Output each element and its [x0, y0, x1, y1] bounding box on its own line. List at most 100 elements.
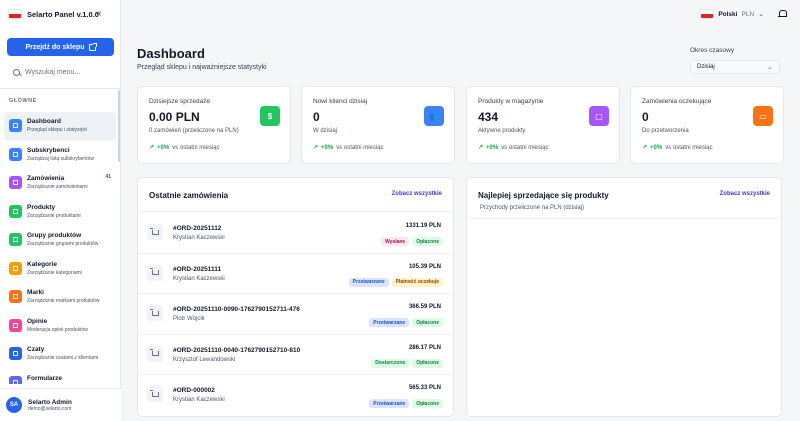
user-profile[interactable]: SA Selarto Admin demo@selarto.com	[0, 388, 121, 421]
avatar: SA	[6, 397, 22, 413]
sidebar-item-dashboard[interactable]: Dashboard Przegląd sklepu i statystyki	[4, 112, 116, 141]
dollar-icon: $	[260, 106, 280, 126]
czaty-icon	[9, 347, 22, 360]
zamowienia-icon	[9, 176, 22, 189]
sidebar-item-marki[interactable]: Marki Zarządzanie markami produktów	[4, 283, 116, 312]
order-customer: Krzysztof Lewandowski	[173, 356, 236, 363]
chevron-down-icon: ⌄	[767, 64, 773, 71]
order-badges: Przetwarzane Opłacone	[369, 318, 443, 327]
order-id: #ORD-20251110-0040-1762790152710-810	[173, 346, 301, 354]
bell-icon[interactable]	[778, 10, 787, 18]
menu-search-input[interactable]: Wyszukaj menu...	[8, 64, 114, 80]
external-link-icon	[88, 42, 97, 51]
sidebar-item-description: Zarządzanie produktami	[27, 212, 81, 219]
divider	[0, 88, 121, 89]
stat-trend-text: vs ostatni miesiąc	[172, 144, 220, 151]
recent-orders-panel: Ostatnie zamówienia Zobacz wszystkie #OR…	[137, 177, 454, 417]
sidebar-item-grupy-produktow[interactable]: Grupy produktów Zarządzanie grupami produ…	[4, 226, 116, 255]
order-customer: Piotr Wójcik	[173, 316, 205, 322]
recent-orders-see-all-link[interactable]: Zobacz wszystkie	[392, 191, 442, 197]
order-row[interactable]: #ORD-20251110-0090-1762790152711-476 Piot…	[138, 294, 453, 335]
sidebar-item-opinie[interactable]: Opinie Moderacja opinii produktów	[4, 312, 116, 341]
stat-title: Produkty w magazynie	[478, 98, 544, 105]
sidebar-item-description: Zarządzanie czatami z klientami	[27, 355, 99, 361]
sidebar-item-label: Czaty	[27, 346, 45, 353]
poland-flag-icon	[8, 9, 22, 19]
best-sellers-see-all-link[interactable]: Zobacz wszystkie	[720, 191, 770, 197]
cart-icon	[147, 264, 163, 281]
opinie-icon	[9, 318, 22, 332]
status-badge: Przetwarzane	[348, 277, 389, 287]
chevron-down-icon: ⌄	[758, 11, 764, 18]
dashboard-icon	[9, 119, 22, 132]
status-badge: Opłacone	[412, 358, 443, 368]
stat-title: Dzisiejsze sprzedaże	[149, 98, 211, 105]
period-label: Okres czasowy	[690, 47, 735, 54]
cart-icon	[147, 386, 163, 402]
grupy-produktow-icon	[9, 233, 22, 246]
sidebar-item-label: Dashboard	[27, 118, 61, 125]
sidebar-item-label: Formularze	[27, 374, 63, 382]
page-title: Dashboard	[137, 46, 205, 61]
stat-value: 0.00 PLN	[149, 110, 200, 124]
collapse-sidebar-icon[interactable]: «	[96, 8, 102, 19]
sidebar-item-description: Zarządzanie zamówieniami	[27, 184, 88, 190]
period-select[interactable]: Dzisiaj ⌄	[690, 60, 780, 74]
order-badges: Przetwarzane Płatność oczekuje	[348, 277, 443, 287]
order-amount: 366.59 PLN	[408, 304, 441, 310]
stat-card: Nowi klienci dzisiaj 0 W dzisiaj ↗ +0% vs ost…	[301, 86, 455, 164]
trend-up-icon: ↗	[478, 145, 484, 151]
stat-trend: ↗ +0% vs ostatni miesiąc	[313, 144, 384, 152]
stat-card: Zamówienia oczekujące 0 Do przetworzenia ↗ +…	[630, 86, 784, 164]
stat-trend-value: +0%	[321, 144, 334, 151]
stat-subtext: 0 zamówień (przeliczone na PLN)	[149, 128, 239, 134]
order-row[interactable]: #ORD-20251112 Krystian Kaczewski 1331.19 P…	[138, 213, 453, 254]
trend-up-icon: ↗	[642, 145, 648, 151]
trend-up-icon: ↗	[149, 145, 155, 151]
order-amount: 1331.19 PLN	[405, 223, 441, 229]
order-id: #ORD-000002	[173, 387, 215, 394]
recent-orders-title: Ostatnie zamówienia	[149, 191, 229, 200]
language-selector[interactable]: Polski PLN ⌄	[700, 9, 764, 19]
marki-icon	[9, 290, 22, 303]
formularze-icon	[9, 375, 22, 384]
order-amount: 565.33 PLN	[408, 385, 441, 391]
best-sellers-title: Najlepiej sprzedające się produkty	[478, 191, 609, 200]
cart-icon	[147, 224, 163, 240]
stat-value: 0	[642, 110, 649, 124]
sidebar-item-formularze[interactable]: Formularze	[4, 369, 116, 384]
stat-value: 434	[478, 110, 499, 124]
sidebar-item-subskrybenci[interactable]: Subskrybenci Zarządzaj listą subskrybentó…	[4, 141, 116, 170]
bag-icon: ▢	[589, 106, 609, 126]
sidebar-item-kategorie[interactable]: Kategorie Zarządzanie kategoriami	[4, 255, 116, 284]
sidebar-item-label: Grupy produktów	[27, 232, 82, 239]
stat-trend-value: +0%	[157, 144, 170, 151]
sidebar: Selarto Panel v.1.0.0 « Przejdź do sklep…	[0, 0, 121, 421]
sidebar-nav: Dashboard Przegląd sklepu i statystyki Sub…	[4, 112, 116, 384]
sidebar-item-badge: 41	[105, 174, 111, 180]
order-amount: 286.17 PLN	[408, 344, 441, 351]
sidebar-scrollbar[interactable]	[118, 90, 120, 162]
cart-icon	[147, 305, 163, 321]
status-badge: Wysłane	[381, 237, 410, 246]
go-to-shop-button[interactable]: Przejdź do sklepu	[7, 38, 114, 56]
sidebar-item-label: Subskrybenci	[27, 146, 70, 154]
sidebar-item-produkty[interactable]: Produkty Zarządzanie produktami	[4, 198, 116, 227]
divider	[138, 211, 453, 212]
user-name: Selarto Admin	[28, 398, 72, 406]
order-row[interactable]: #ORD-20251111 Krystian Kaczewski 105.39 PL…	[138, 254, 453, 294]
status-badge: Przetwarzane	[369, 318, 410, 327]
stat-value: 0	[313, 110, 320, 124]
order-row[interactable]: #ORD-000002 Krystian Kaczewski 565.33 PLN P…	[138, 375, 453, 416]
status-badge: Opłacone	[412, 237, 443, 246]
search-icon	[13, 68, 20, 76]
cart-icon	[147, 345, 163, 362]
order-row[interactable]: #ORD-20251110-0040-1762790152710-810 Krzy…	[138, 335, 453, 375]
sidebar-item-description: Zarządzaj listą subskrybentów	[27, 155, 94, 162]
brand: Selarto Panel v.1.0.0	[8, 9, 99, 19]
order-id: #ORD-20251112	[173, 225, 222, 232]
stat-subtext: Aktywne produkty	[478, 128, 526, 134]
sidebar-item-czaty[interactable]: Czaty Zarządzanie czatami z klientami	[4, 340, 116, 369]
sidebar-item-zamowienia[interactable]: Zamówienia Zarządzanie zamówieniami 41	[4, 169, 116, 198]
user-email: demo@selarto.com	[28, 405, 72, 412]
